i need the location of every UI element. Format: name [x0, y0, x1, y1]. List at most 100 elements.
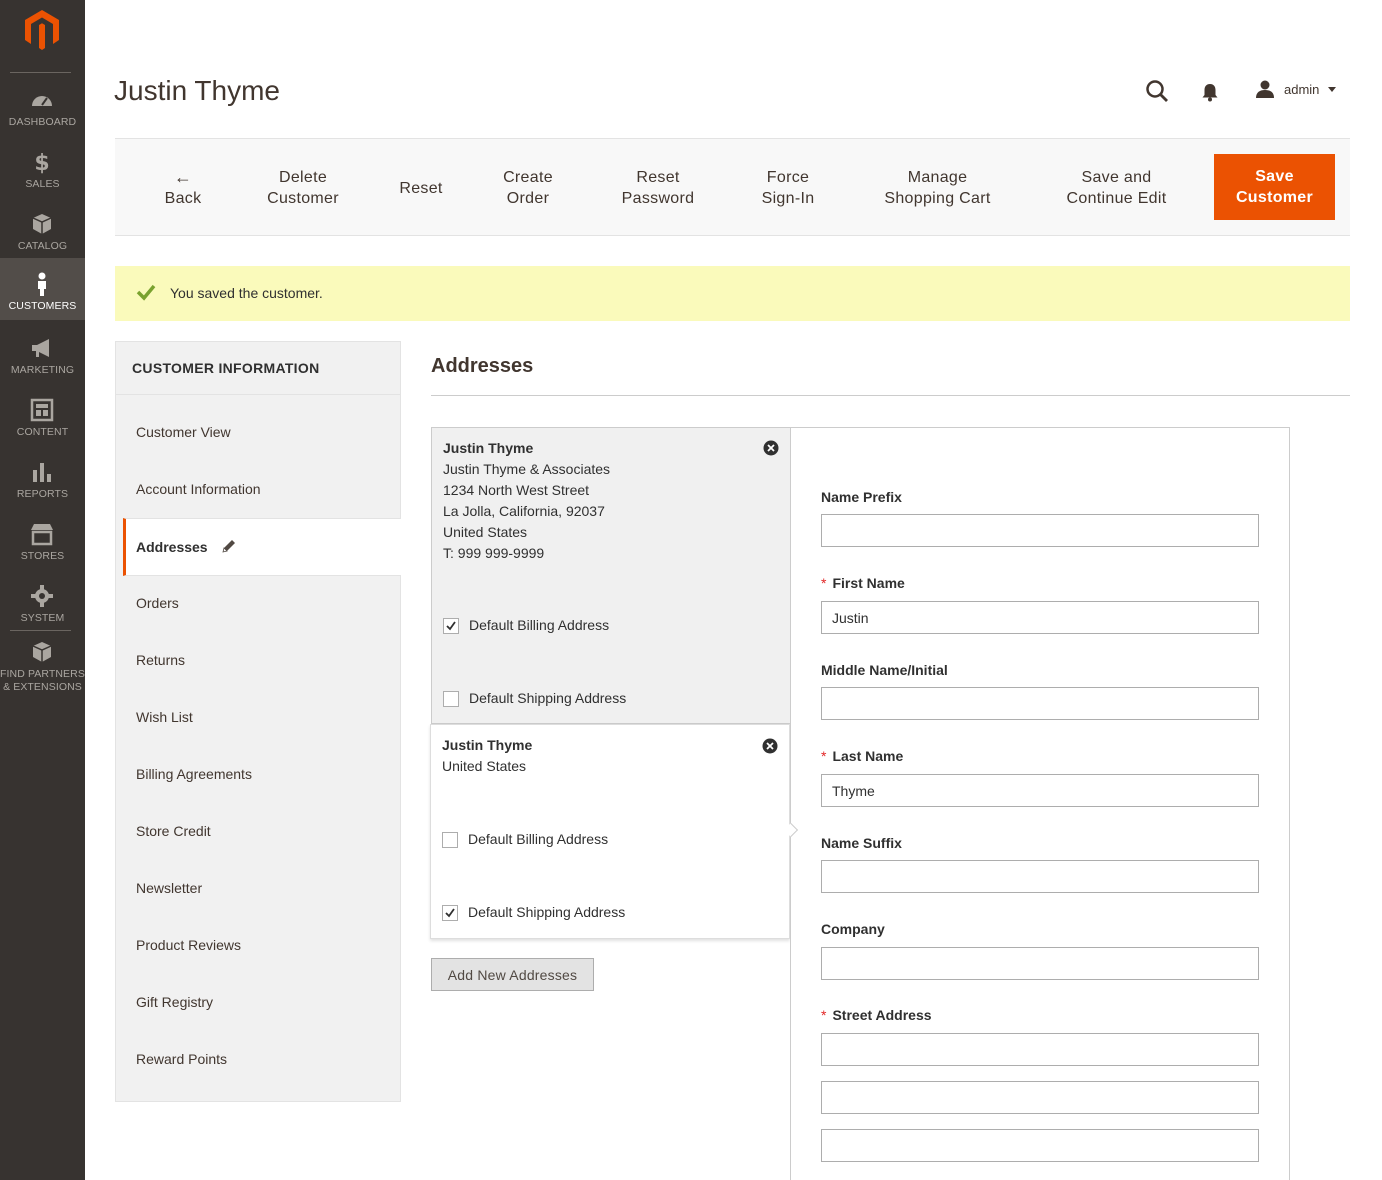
- dashboard-icon: [32, 96, 52, 106]
- first-name-label: * First Name: [821, 575, 905, 591]
- checkmark-icon: [136, 284, 156, 301]
- tab-product-reviews[interactable]: Product Reviews: [116, 917, 400, 974]
- company-label: Company: [821, 921, 885, 937]
- reset-password-button[interactable]: Reset Password: [611, 139, 705, 237]
- menu-item-reports[interactable]: REPORTS: [0, 446, 85, 508]
- address-line: T: 999 999-9999: [443, 545, 545, 561]
- user-menu[interactable]: admin: [1255, 79, 1345, 103]
- button-label: Save: [1255, 168, 1294, 185]
- cube-icon: [32, 642, 52, 662]
- menu-label: SALES: [25, 178, 60, 190]
- middle-name-input[interactable]: [821, 687, 1259, 720]
- tab-account-information[interactable]: Account Information: [116, 461, 400, 518]
- checkbox-label: Default Shipping Address: [468, 904, 626, 920]
- close-icon[interactable]: [763, 440, 779, 456]
- tab-label: Orders: [136, 595, 179, 611]
- tab-wish-list[interactable]: Wish List: [116, 689, 400, 746]
- close-icon[interactable]: [762, 738, 778, 754]
- menu-item-sales[interactable]: $ SALES: [0, 136, 85, 198]
- delete-customer-button[interactable]: Delete Customer: [253, 139, 353, 237]
- tab-billing-agreements[interactable]: Billing Agreements: [116, 746, 400, 803]
- checkbox-unchecked[interactable]: [443, 691, 459, 707]
- tab-label: Newsletter: [136, 880, 203, 896]
- tab-orders[interactable]: Orders: [116, 575, 400, 632]
- manage-shopping-cart-button[interactable]: Manage Shopping Cart: [872, 139, 1003, 237]
- menu-divider: [10, 630, 71, 631]
- button-label: Force: [766, 169, 810, 186]
- checkbox-checked[interactable]: [442, 905, 458, 921]
- bell-icon[interactable]: [1200, 82, 1220, 102]
- middle-name-label: Middle Name/Initial: [821, 662, 948, 678]
- tab-label: Reward Points: [136, 1051, 228, 1067]
- checkmark-icon: [446, 621, 456, 631]
- pencil-icon: [222, 540, 235, 553]
- add-new-address-button[interactable]: Add New Addresses: [431, 958, 594, 991]
- divider: [116, 394, 400, 395]
- address-card-selected[interactable]: Justin Thyme Justin Thyme & Associates 1…: [431, 427, 790, 724]
- tab-addresses[interactable]: Addresses: [123, 518, 401, 576]
- last-name-input[interactable]: [821, 774, 1259, 807]
- company-input[interactable]: [821, 947, 1259, 980]
- checkbox-checked[interactable]: [443, 618, 459, 634]
- menu-item-content[interactable]: CONTENT: [0, 384, 85, 446]
- menu-label: MARKETING: [10, 364, 75, 376]
- user-icon: [1256, 80, 1274, 98]
- create-order-button[interactable]: Create Order: [490, 139, 566, 237]
- back-label: Back: [164, 189, 202, 207]
- menu-item-marketing[interactable]: MARKETING: [0, 322, 85, 384]
- button-label: Manage: [907, 169, 968, 186]
- tab-newsletter[interactable]: Newsletter: [116, 860, 400, 917]
- tabs-title: CUSTOMER INFORMATION: [132, 360, 320, 376]
- name-suffix-label: Name Suffix: [821, 835, 902, 851]
- menu-item-system[interactable]: SYSTEM: [0, 570, 85, 632]
- first-name-input[interactable]: [821, 601, 1259, 634]
- menu-item-catalog[interactable]: CATALOG: [0, 198, 85, 260]
- force-sign-in-button[interactable]: Force Sign-In: [748, 139, 828, 237]
- menu-item-partners[interactable]: FIND PARTNERS & EXTENSIONS: [0, 632, 85, 698]
- menu-divider: [10, 72, 71, 73]
- street-address-line-1[interactable]: [821, 1033, 1259, 1066]
- reset-button[interactable]: Reset: [391, 139, 451, 237]
- tab-customer-view[interactable]: Customer View: [116, 404, 400, 461]
- menu-label: CONTENT: [16, 426, 69, 438]
- tab-label: Gift Registry: [136, 994, 214, 1010]
- button-label: Continue Edit: [1066, 190, 1167, 207]
- menu-item-stores[interactable]: STORES: [0, 508, 85, 570]
- save-and-continue-button[interactable]: Save and Continue Edit: [1053, 139, 1180, 237]
- search-icon[interactable]: [1145, 79, 1169, 103]
- menu-item-dashboard[interactable]: DASHBOARD: [0, 74, 85, 136]
- menu-label: SYSTEM: [20, 612, 65, 624]
- admin-menu: DASHBOARD $ SALES CATALOG CUSTOMERS MARK…: [0, 0, 85, 1180]
- button-label: Create: [503, 169, 553, 186]
- address-line: United States: [443, 524, 528, 540]
- tab-label: Billing Agreements: [136, 766, 252, 782]
- menu-label: DASHBOARD: [8, 116, 77, 128]
- tab-store-credit[interactable]: Store Credit: [116, 803, 400, 860]
- tab-reward-points[interactable]: Reward Points: [116, 1031, 400, 1088]
- magento-logo-icon[interactable]: [23, 10, 61, 50]
- menu-label: STORES: [20, 550, 65, 562]
- address-card[interactable]: Justin Thyme United States Default Billi…: [430, 724, 790, 939]
- save-customer-button[interactable]: Save Customer: [1214, 154, 1335, 220]
- page-actions: ← Back Delete Customer Reset Create Orde…: [115, 138, 1350, 236]
- tab-label: Returns: [136, 652, 186, 668]
- tab-label: Product Reviews: [136, 937, 242, 953]
- back-button[interactable]: ← Back: [152, 139, 214, 237]
- street-address-line-3[interactable]: [821, 1129, 1259, 1162]
- dollar-icon: $: [34, 151, 49, 174]
- button-label: Customer: [1235, 189, 1314, 206]
- street-address-line-2[interactable]: [821, 1081, 1259, 1114]
- tab-label: Addresses: [136, 539, 208, 555]
- checkbox-label: Default Billing Address: [468, 831, 609, 847]
- checkbox-label: Default Shipping Address: [469, 690, 627, 706]
- name-prefix-input[interactable]: [821, 514, 1259, 547]
- name-suffix-input[interactable]: [821, 860, 1259, 893]
- bar-chart-icon: [33, 463, 51, 482]
- page-title: Justin Thyme: [114, 75, 280, 106]
- menu-item-customers[interactable]: CUSTOMERS: [0, 258, 85, 320]
- tab-returns[interactable]: Returns: [116, 632, 400, 689]
- address-line: Justin Thyme & Associates: [443, 461, 611, 477]
- checkbox-unchecked[interactable]: [442, 832, 458, 848]
- tab-gift-registry[interactable]: Gift Registry: [116, 974, 400, 1031]
- button-label: Password: [621, 190, 695, 207]
